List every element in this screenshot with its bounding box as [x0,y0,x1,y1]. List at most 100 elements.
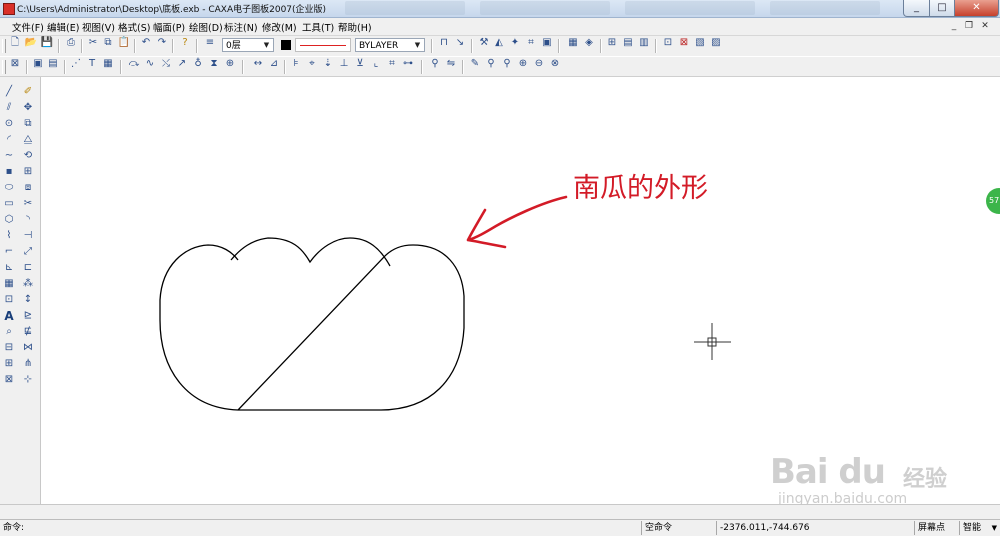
drawing-canvas[interactable]: 南瓜的外形 [41,77,1000,503]
cut-icon[interactable]: ✂ [86,36,100,50]
snap-mode[interactable]: 屏幕点 [914,521,958,535]
layer-select[interactable]: 0层 ▼ [222,38,274,52]
grid-icon[interactable]: ⊠ [8,57,22,71]
lineweight-select[interactable]: BYLAYER ▼ [355,38,425,52]
mdi-close-button[interactable]: ✕ [978,20,992,32]
menu-tools[interactable]: 工具(T) [302,20,334,34]
redo-icon[interactable]: ↷ [155,36,169,50]
tool-icon[interactable]: ⊿ [267,57,281,71]
copy-icon[interactable]: ⧉ [21,117,35,131]
paste-icon[interactable]: 📋 [117,36,131,50]
tool-icon[interactable]: ⊥ [337,57,351,71]
tool-icon[interactable]: ⊹ [21,373,35,387]
menu-draw[interactable]: 绘图(D) [189,20,223,34]
tool-icon[interactable]: ◭ [492,36,506,50]
move-icon[interactable]: ✥ [21,101,35,115]
close-button[interactable]: ✕ [954,0,999,17]
tool-icon[interactable]: ⊵ [21,309,35,323]
tool-icon[interactable]: ▤ [621,36,635,50]
tool-icon[interactable]: ⇣ [321,57,335,71]
menu-sheet[interactable]: 幅面(P) [153,20,185,34]
arc-icon[interactable]: ◜ [2,133,16,147]
print-icon[interactable]: ⎙ [64,36,78,50]
new-file-icon[interactable]: 🗋 [8,36,22,50]
help-icon[interactable]: ? [178,36,192,50]
zoom-window-icon[interactable]: ⊗ [548,57,562,71]
layer-icon[interactable]: ≡ [203,36,217,50]
block-icon[interactable]: ⊡ [2,293,16,307]
tool-icon[interactable]: ⌞ [369,57,383,71]
tool-icon[interactable]: ⤼ [127,57,141,71]
smart-mode-select[interactable]: 智能 ▼ [959,521,999,535]
ortho-icon[interactable]: ↘ [453,36,467,50]
tool-icon[interactable]: ⋔ [21,357,35,371]
tool-icon[interactable]: ⚒ [477,36,491,50]
query-icon[interactable]: ⌕ [2,325,16,339]
copy-icon[interactable]: ⧉ [101,36,115,50]
ellipse-icon[interactable]: ⬭ [2,181,16,195]
tool-icon[interactable]: ⋈ [21,341,35,355]
tool-icon[interactable]: ▦ [566,36,580,50]
eraser-icon[interactable]: ✐ [21,85,35,99]
tool-icon[interactable]: ⌗ [524,36,538,50]
menu-modify[interactable]: 修改(M) [262,20,297,34]
rotate-icon[interactable]: ⟲ [21,149,35,163]
extend-icon[interactable]: ⤢ [21,245,35,259]
titleblock-icon[interactable]: ▤ [46,57,60,71]
text-icon[interactable]: A [2,309,16,323]
tool-icon[interactable]: ⊞ [2,357,16,371]
pen-icon[interactable]: ✎ [468,57,482,71]
equidistant-icon[interactable]: ⊾ [2,261,16,275]
frame-icon[interactable]: ▣ [31,57,45,71]
rectangle-icon[interactable]: ▭ [2,197,16,211]
menu-format[interactable]: 格式(S) [118,20,150,34]
tool-icon[interactable]: ∿ [143,57,157,71]
parallel-line-icon[interactable]: ⫽ [2,101,16,115]
mirror-icon[interactable]: ⧋ [21,133,35,147]
tool-icon[interactable]: ⊕ [223,57,237,71]
tool-icon[interactable]: ⌗ [385,57,399,71]
centerline-icon[interactable]: ⌐ [2,245,16,259]
tool-icon[interactable]: ▦ [101,57,115,71]
break-icon[interactable]: ⊣ [21,229,35,243]
spline-icon[interactable]: ∼ [2,149,16,163]
stretch-icon[interactable]: ⊏ [21,261,35,275]
menu-edit[interactable]: 编辑(E) [47,20,79,34]
array-icon[interactable]: ⊞ [21,165,35,179]
line-icon[interactable]: ╱ [2,85,16,99]
point-icon[interactable]: ▪ [2,165,16,179]
tool-icon[interactable]: ⊠ [677,36,691,50]
minimize-button[interactable]: _ [903,0,930,17]
tool-icon[interactable]: ⋰ [69,57,83,71]
mdi-restore-button[interactable]: ❐ [962,20,976,32]
snap-icon[interactable]: ⊓ [437,36,451,50]
menu-view[interactable]: 视图(V) [82,20,115,34]
tool-icon[interactable]: ⊻ [353,57,367,71]
menu-file[interactable]: 文件(F) [12,20,44,34]
tool-icon[interactable]: ⊞ [605,36,619,50]
tool-icon[interactable]: ▨ [709,36,723,50]
menu-help[interactable]: 帮助(H) [338,20,372,34]
tool-icon[interactable]: ▧ [693,36,707,50]
dimension-icon[interactable]: ↔ [251,57,265,71]
tool-icon[interactable]: ⤯ [159,57,173,71]
tool-icon[interactable]: ◈ [582,36,596,50]
tool-icon[interactable]: ⊧ [289,57,303,71]
scale-icon[interactable]: ⧈ [21,181,35,195]
circle-icon[interactable]: ⊙ [2,117,16,131]
zoom-out-icon[interactable]: ⊖ [532,57,546,71]
tool-icon[interactable]: ⊶ [401,57,415,71]
tool-icon[interactable]: ⧗ [207,57,221,71]
tool-icon[interactable]: ⇋ [444,57,458,71]
tool-icon[interactable]: ⋢ [21,325,35,339]
tool-icon[interactable]: ✦ [508,36,522,50]
menu-dimension[interactable]: 标注(N) [224,20,258,34]
fillet-icon[interactable]: ◝ [21,213,35,227]
command-input-area[interactable] [0,504,1000,519]
text-tool-icon[interactable]: T [85,57,99,71]
hatch-icon[interactable]: ▦ [2,277,16,291]
save-icon[interactable]: 💾 [40,36,54,50]
tool-icon[interactable]: ⊡ [661,36,675,50]
tool-icon[interactable]: ⌖ [305,57,319,71]
maximize-button[interactable]: □ [929,0,955,17]
